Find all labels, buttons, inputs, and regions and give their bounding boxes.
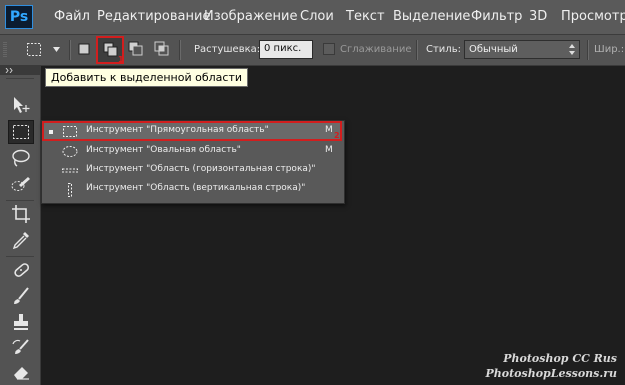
shortcut-key: M (325, 145, 333, 155)
feather-label: Растушевка: (194, 44, 261, 55)
quick-selection-tool[interactable] (8, 172, 34, 196)
eyedropper-tool[interactable] (8, 228, 34, 252)
stamp-icon (14, 314, 28, 330)
flyout-item-single-row-marquee[interactable]: Инструмент "Область (горизонтальная стро… (42, 161, 342, 180)
width-label: Шир.: (594, 44, 625, 55)
crop-icon (12, 205, 30, 223)
clone-stamp-tool[interactable] (8, 310, 34, 334)
photoshop-logo[interactable]: Ps (5, 5, 33, 29)
lasso-tool[interactable] (8, 146, 34, 170)
menu-bar: Ps Файл Редактирование Изображение Слои … (0, 0, 625, 35)
eraser-tool[interactable] (8, 360, 34, 384)
callout-box-2 (42, 121, 342, 141)
menu-layers[interactable]: Слои (300, 9, 334, 24)
new-selection-icon[interactable] (78, 43, 90, 55)
menu-file[interactable]: Файл (54, 9, 90, 24)
menu-3d[interactable]: 3D (529, 9, 547, 24)
move-icon (14, 97, 30, 113)
eyedropper-icon (12, 232, 29, 250)
menu-view[interactable]: Просмотр (561, 9, 625, 24)
intersect-selection-icon[interactable] (154, 41, 170, 57)
double-arrow-icon (5, 68, 13, 73)
history-brush-icon (12, 339, 29, 354)
style-select-value: Обычный (469, 44, 518, 55)
watermark-title: Photoshop CC Rus (503, 352, 617, 365)
rect-marquee-preset-icon[interactable] (26, 42, 43, 58)
antialias-label: Сглаживание (340, 44, 412, 55)
flyout-item-label: Инструмент "Область (горизонтальная стро… (86, 164, 316, 174)
menu-edit[interactable]: Редактирование (97, 9, 210, 24)
single-column-marquee-icon (68, 183, 72, 197)
style-select[interactable]: Обычный (464, 40, 580, 59)
updown-arrows-icon (569, 44, 575, 55)
menu-select[interactable]: Выделение (393, 9, 470, 24)
brush-tool[interactable] (8, 284, 34, 308)
rect-marquee-icon (13, 125, 29, 139)
brush-icon (14, 287, 29, 304)
rect-marquee-tool[interactable] (8, 120, 34, 144)
flyout-item-ellipse-marquee[interactable]: Инструмент "Овальная область" M (42, 142, 342, 161)
tools-panel (0, 66, 41, 385)
feather-input[interactable]: 0 пикс. (259, 40, 313, 59)
quick-selection-icon (11, 177, 30, 191)
eraser-icon (14, 367, 29, 380)
style-label: Стиль: (426, 44, 461, 55)
spot-healing-tool[interactable] (8, 258, 34, 282)
menu-type[interactable]: Текст (346, 9, 385, 24)
flyout-item-label: Инструмент "Область (вертикальная строка… (86, 183, 306, 193)
menu-filter[interactable]: Фильтр (471, 9, 522, 24)
options-bar: 1 Растушевка: 0 пикс. Сглаживание Стиль:… (0, 35, 625, 66)
grip-icon[interactable] (3, 41, 7, 59)
move-tool[interactable] (8, 93, 34, 117)
lasso-icon (12, 149, 30, 167)
subtract-from-selection-icon[interactable] (128, 41, 144, 57)
callout-number-1: 1 (118, 55, 124, 64)
callout-number-2: 2 (334, 131, 340, 140)
history-brush-tool[interactable] (8, 336, 34, 360)
flyout-item-single-column-marquee[interactable]: Инструмент "Область (вертикальная строка… (42, 180, 342, 199)
antialias-checkbox[interactable] (323, 43, 335, 55)
tooltip: Добавить к выделенной области (45, 68, 248, 87)
crop-tool[interactable] (8, 202, 34, 226)
menu-image[interactable]: Изображение (204, 9, 297, 24)
bandage-icon (14, 263, 30, 277)
flyout-item-label: Инструмент "Овальная область" (86, 145, 241, 155)
chevron-down-icon[interactable] (53, 47, 60, 52)
ellipse-marquee-icon (62, 146, 78, 157)
tools-panel-header[interactable] (0, 66, 40, 75)
watermark-site: PhotoshopLessons.ru (485, 367, 617, 380)
single-row-marquee-icon (62, 168, 78, 173)
